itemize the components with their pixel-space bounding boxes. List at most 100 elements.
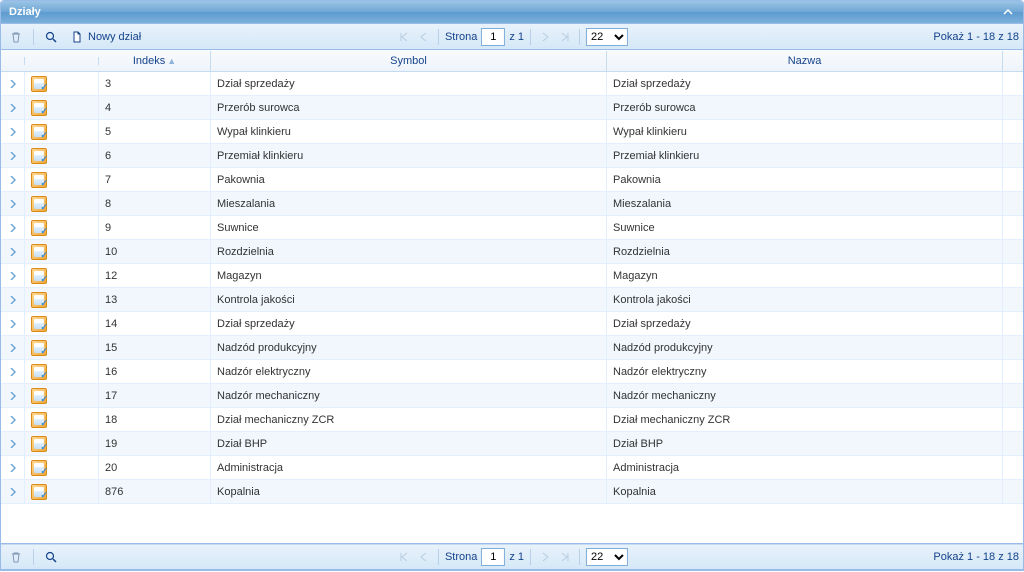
expand-button[interactable]	[1, 120, 25, 143]
panel-dzialy: Działy Nowy dział	[0, 0, 1024, 571]
expand-button[interactable]	[1, 96, 25, 119]
expand-button[interactable]	[1, 408, 25, 431]
cell-trail	[1003, 288, 1023, 311]
table-row[interactable]: 20AdministracjaAdministracja	[1, 456, 1023, 480]
delete-button[interactable]	[5, 28, 27, 46]
cell-nazwa: Pakownia	[607, 168, 1003, 191]
table-row[interactable]: 19Dział BHPDział BHP	[1, 432, 1023, 456]
col-indeks[interactable]: Indeks▲	[99, 51, 211, 71]
table-row[interactable]: 876KopalniaKopalnia	[1, 480, 1023, 504]
table-row[interactable]: 10RozdzielniaRozdzielnia	[1, 240, 1023, 264]
page-of-label: z 1	[509, 31, 524, 43]
search-button[interactable]	[40, 28, 62, 46]
expand-button[interactable]	[1, 264, 25, 287]
expand-button[interactable]	[1, 360, 25, 383]
cell-indeks: 15	[99, 336, 211, 359]
row-edit-button[interactable]	[25, 168, 99, 191]
table-row[interactable]: 14Dział sprzedażyDział sprzedaży	[1, 312, 1023, 336]
table-row[interactable]: 12MagazynMagazyn	[1, 264, 1023, 288]
cell-nazwa: Dział sprzedaży	[607, 312, 1003, 335]
search-button[interactable]	[40, 548, 62, 566]
expand-button[interactable]	[1, 312, 25, 335]
table-row[interactable]: 7PakowniaPakownia	[1, 168, 1023, 192]
col-symbol[interactable]: Symbol	[211, 51, 607, 71]
new-button[interactable]: Nowy dział	[66, 28, 145, 46]
row-edit-button[interactable]	[25, 312, 99, 335]
cell-symbol: Suwnice	[211, 216, 607, 239]
expand-button[interactable]	[1, 480, 25, 503]
table-row[interactable]: 15Nadzód produkcyjnyNadzód produkcyjny	[1, 336, 1023, 360]
row-edit-button[interactable]	[25, 216, 99, 239]
table-row[interactable]: 17Nadzór mechanicznyNadzór mechaniczny	[1, 384, 1023, 408]
cell-symbol: Administracja	[211, 456, 607, 479]
prev-page-button[interactable]	[416, 549, 432, 565]
cell-nazwa: Przerób surowca	[607, 96, 1003, 119]
row-edit-button[interactable]	[25, 360, 99, 383]
toolbar-separator	[438, 29, 439, 45]
table-row[interactable]: 5Wypał klinkieruWypał klinkieru	[1, 120, 1023, 144]
table-row[interactable]: 8MieszalaniaMieszalania	[1, 192, 1023, 216]
row-edit-button[interactable]	[25, 384, 99, 407]
cell-indeks: 6	[99, 144, 211, 167]
expand-button[interactable]	[1, 456, 25, 479]
cell-symbol: Nadzód produkcyjny	[211, 336, 607, 359]
toolbar-separator	[530, 549, 531, 565]
row-edit-button[interactable]	[25, 192, 99, 215]
first-page-button[interactable]	[396, 29, 412, 45]
row-edit-button[interactable]	[25, 480, 99, 503]
col-symbol-label: Symbol	[390, 55, 427, 67]
cell-symbol: Kontrola jakości	[211, 288, 607, 311]
row-edit-button[interactable]	[25, 144, 99, 167]
delete-button[interactable]	[5, 548, 27, 566]
edit-icon	[31, 124, 47, 140]
page-input[interactable]	[481, 548, 505, 566]
toolbar-bottom: Strona z 1 22 Pokaż 1 - 18 z 18	[1, 544, 1023, 570]
table-row[interactable]: 3Dział sprzedażyDział sprzedaży	[1, 72, 1023, 96]
table-row[interactable]: 18Dział mechaniczny ZCRDział mechaniczny…	[1, 408, 1023, 432]
row-edit-button[interactable]	[25, 96, 99, 119]
expand-button[interactable]	[1, 192, 25, 215]
expand-button[interactable]	[1, 168, 25, 191]
table-row[interactable]: 13Kontrola jakościKontrola jakości	[1, 288, 1023, 312]
cell-indeks: 20	[99, 456, 211, 479]
row-edit-button[interactable]	[25, 240, 99, 263]
last-page-button[interactable]	[557, 549, 573, 565]
row-edit-button[interactable]	[25, 288, 99, 311]
toolbar-top: Nowy dział Strona z 1 22 Pokaż 1 - 18 z …	[1, 24, 1023, 50]
cell-symbol: Dział BHP	[211, 432, 607, 455]
page-size-select[interactable]: 22	[586, 548, 628, 566]
page-size-select[interactable]: 22	[586, 28, 628, 46]
table-row[interactable]: 16Nadzór elektrycznyNadzór elektryczny	[1, 360, 1023, 384]
expand-button[interactable]	[1, 240, 25, 263]
cell-nazwa: Suwnice	[607, 216, 1003, 239]
table-row[interactable]: 9SuwniceSuwnice	[1, 216, 1023, 240]
row-edit-button[interactable]	[25, 336, 99, 359]
prev-page-button[interactable]	[416, 29, 432, 45]
collapse-button[interactable]	[1001, 5, 1015, 19]
cell-trail	[1003, 336, 1023, 359]
row-edit-button[interactable]	[25, 408, 99, 431]
next-page-button[interactable]	[537, 549, 553, 565]
row-edit-button[interactable]	[25, 120, 99, 143]
first-page-button[interactable]	[396, 549, 412, 565]
next-page-button[interactable]	[537, 29, 553, 45]
last-page-button[interactable]	[557, 29, 573, 45]
table-row[interactable]: 6Przemiał klinkieruPrzemiał klinkieru	[1, 144, 1023, 168]
expand-button[interactable]	[1, 336, 25, 359]
expand-button[interactable]	[1, 288, 25, 311]
row-edit-button[interactable]	[25, 72, 99, 95]
row-edit-button[interactable]	[25, 432, 99, 455]
cell-nazwa: Nadzór elektryczny	[607, 360, 1003, 383]
expand-button[interactable]	[1, 432, 25, 455]
expand-button[interactable]	[1, 216, 25, 239]
expand-button[interactable]	[1, 144, 25, 167]
edit-icon	[31, 172, 47, 188]
expand-button[interactable]	[1, 72, 25, 95]
row-edit-button[interactable]	[25, 456, 99, 479]
page-input[interactable]	[481, 28, 505, 46]
table-row[interactable]: 4Przerób surowcaPrzerób surowca	[1, 96, 1023, 120]
row-edit-button[interactable]	[25, 264, 99, 287]
cell-nazwa: Wypał klinkieru	[607, 120, 1003, 143]
col-nazwa[interactable]: Nazwa	[607, 51, 1003, 71]
expand-button[interactable]	[1, 384, 25, 407]
